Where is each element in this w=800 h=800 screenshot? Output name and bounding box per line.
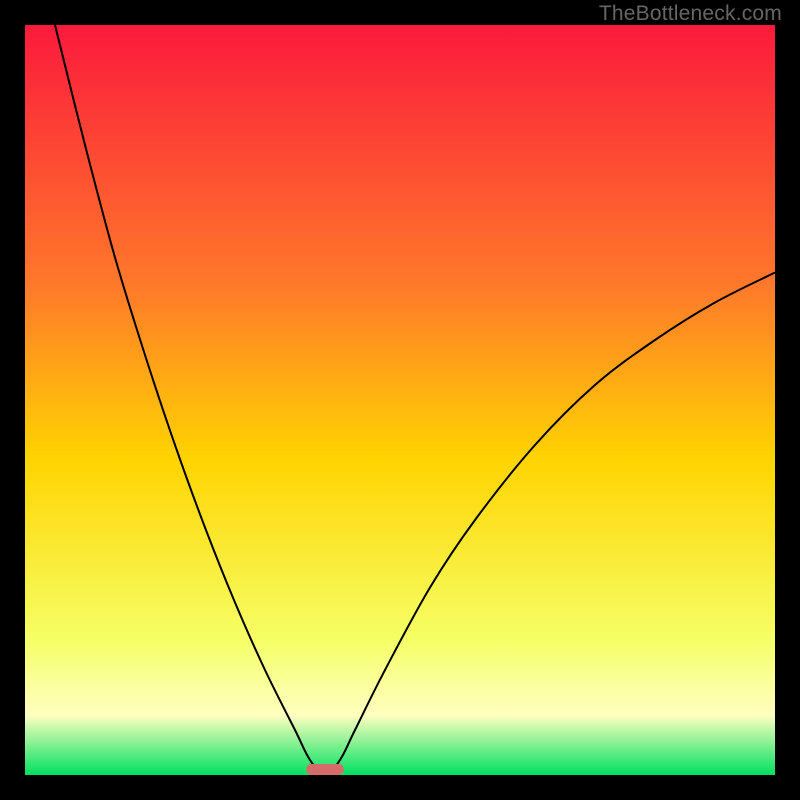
plot-area (25, 25, 775, 775)
bottleneck-chart (0, 0, 800, 800)
chart-frame: TheBottleneck.com (0, 0, 800, 800)
watermark-text: TheBottleneck.com (599, 2, 782, 26)
optimal-zone-marker (306, 764, 344, 775)
